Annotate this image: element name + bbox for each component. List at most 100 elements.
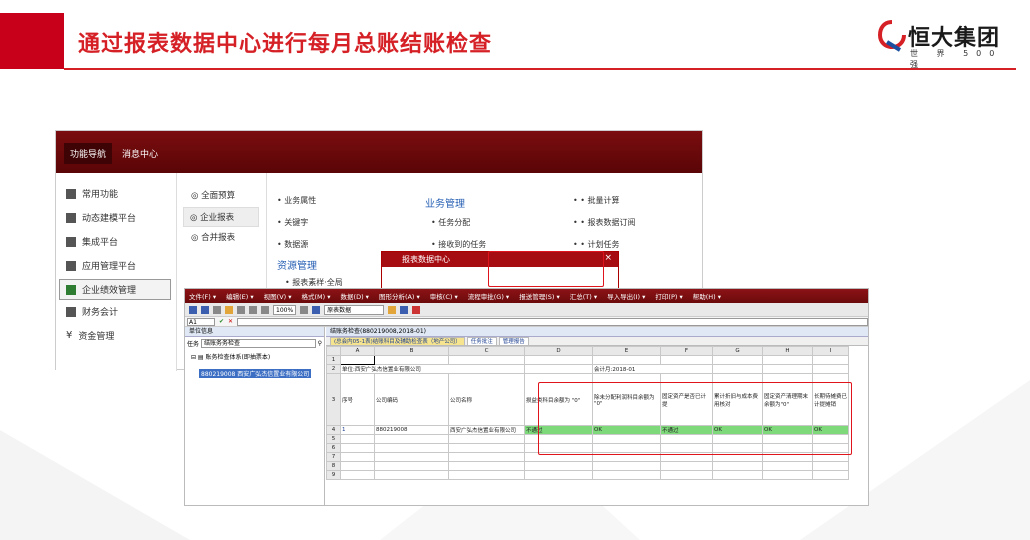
menu-item-3[interactable]: 格式(M) ▾ [302, 291, 331, 301]
submenu-budget[interactable]: ◎ 全面预算 [191, 189, 235, 201]
link-business-attr[interactable]: • 业务属性 [277, 195, 316, 206]
cancel-icon[interactable]: ✕ [228, 318, 233, 325]
column-header-row: A B C D E F G H I [326, 346, 849, 356]
tab-task-notes[interactable]: 任务批注 [466, 337, 497, 345]
find-icon[interactable] [261, 305, 269, 314]
tab-function-navigation[interactable]: 功能导航 [64, 143, 113, 164]
task-search-input[interactable]: 结账务务检查 [201, 339, 316, 348]
undo-icon[interactable] [300, 305, 309, 314]
link-datasource[interactable]: • 数据源 [277, 239, 308, 250]
evergrande-logo-icon [878, 20, 906, 52]
chart-icon[interactable] [312, 305, 321, 314]
menu-item-6[interactable]: 审核(C) ▾ [430, 291, 458, 301]
tree-root[interactable]: ⊟ ▤ 账务检查体系(即抽票本) [185, 352, 324, 361]
period-cell[interactable]: 会计月:2018-01 [592, 364, 713, 374]
sidebar-item-common[interactable]: 常用功能 [66, 187, 118, 200]
folder-icon[interactable] [225, 305, 233, 314]
cut-icon[interactable] [237, 305, 245, 314]
menu-item-11[interactable]: 打印(P) ▾ [655, 291, 682, 301]
save-icon[interactable] [189, 305, 197, 314]
submenu-enterprise-report[interactable]: ◎ 企业报表 [183, 207, 259, 227]
report-icon [66, 284, 76, 295]
menu-bar: 文件(F) ▾ 编辑(E) ▾ 视图(V) ▾ 格式(M) ▾ 数据(D) ▾ 图形分析(… [185, 289, 868, 303]
submenu-consolidated-report[interactable]: ◎ 合并报表 [191, 231, 235, 243]
col-header-b[interactable]: B [374, 346, 449, 356]
link-batch-calc[interactable]: • • 批量计算 [573, 195, 620, 206]
section-resource-management: 资源管理 [277, 261, 317, 272]
menu-item-12[interactable]: 帮助(H) ▾ [693, 291, 721, 301]
link-report-style[interactable]: • 报表素样·全局 [285, 277, 343, 288]
audit-icon[interactable] [412, 305, 421, 314]
menu-item-7[interactable]: 流程审批(G) ▾ [468, 291, 509, 301]
unit-info-panel: 单位信息 任务 结账务务检查 ⚲ ⊟ ▤ 账务检查体系(即抽票本) 880219… [185, 327, 325, 505]
unit-info-header: 单位信息 [185, 327, 324, 337]
save-as-icon[interactable] [201, 305, 209, 314]
search-icon[interactable]: ⚲ [318, 340, 322, 347]
sidebar-item-integration[interactable]: 集成平台 [66, 235, 118, 248]
col-header-g[interactable]: G [712, 346, 763, 356]
sidebar-item-finance[interactable]: 财务会计 [66, 305, 118, 318]
app-icon [66, 260, 76, 271]
monitor-icon [66, 188, 76, 199]
report-header: 结账务检查(880219008,2018-01) [326, 327, 868, 337]
col-header-i[interactable]: I [812, 346, 849, 356]
col-header-h[interactable]: H [762, 346, 813, 356]
link-keyword[interactable]: • 关键字 [277, 217, 308, 228]
copy-icon[interactable] [249, 305, 257, 314]
report-tabs: (总会内05-1表)结账科目及辅助检查表（地产公司） 任务批注 管理报告 [326, 337, 868, 346]
sidebar-item-app-management[interactable]: 应用管理平台 [66, 259, 136, 272]
menu-item-5[interactable]: 图形分析(A) ▾ [379, 291, 420, 301]
sidebar-item-funds[interactable]: ¥ 资金管理 [66, 329, 114, 342]
tab-check-sheet[interactable]: (总会内05-1表)结账科目及辅助检查表（地产公司） [330, 337, 465, 345]
check-icon[interactable] [400, 305, 409, 314]
menu-item-0[interactable]: 文件(F) ▾ [189, 291, 216, 301]
calc-icon[interactable] [388, 305, 397, 314]
menu-item-10[interactable]: 导入导出(I) ▾ [607, 291, 645, 301]
unit-name-cell[interactable]: 单位:西安广弘杰信置业有限公司 [340, 364, 525, 374]
cell-reference[interactable]: A1 [187, 317, 215, 326]
formula-input[interactable] [237, 317, 868, 326]
report-type-select[interactable]: 原表数据 [324, 304, 385, 315]
link-report-subscribe[interactable]: • • 报表数据订阅 [573, 217, 636, 228]
table-row: 2 单位:西安广弘杰信置业有限公司 会计月:2018-01 [326, 364, 849, 374]
menu-item-9[interactable]: 汇总(T) ▾ [570, 291, 597, 301]
menu-item-4[interactable]: 数据(D) ▾ [341, 291, 369, 301]
menu-item-2[interactable]: 视图(V) ▾ [264, 291, 292, 301]
slide: 通过报表数据中心进行每月总账结账检查 恒大集团 世 界 500 强 功能导航 消… [0, 0, 1030, 540]
dialog-close-button[interactable]: × [604, 253, 612, 263]
page-title: 通过报表数据中心进行每月总账结账检查 [78, 32, 493, 57]
link-received-tasks[interactable]: • 接收到的任务 [431, 239, 486, 250]
tree-child-selected[interactable]: 880219008 西安广弘杰信置业有限公司 [199, 369, 312, 378]
sidebar-item-dynamic-modeling[interactable]: 动态建模平台 [66, 211, 136, 224]
menu-item-8[interactable]: 报送管理(S) ▾ [519, 291, 560, 301]
col-header-c[interactable]: C [448, 346, 525, 356]
col-header-e[interactable]: E [592, 346, 661, 356]
title-underline [64, 68, 1016, 70]
highlight-frame-results [538, 382, 852, 455]
table-row: 8 [326, 461, 849, 471]
menu-item-1[interactable]: 编辑(E) ▾ [226, 291, 254, 301]
grid-cell-a1[interactable] [340, 355, 375, 365]
ledger-icon [66, 306, 76, 317]
link-scheduled-task[interactable]: • • 计划任务 [573, 239, 620, 250]
confirm-icon[interactable]: ✔ [219, 318, 224, 325]
tab-management-report[interactable]: 管理报告 [498, 337, 529, 345]
print-icon[interactable] [213, 305, 221, 314]
col-header-f[interactable]: F [660, 346, 713, 356]
task-search: 任务 结账务务检查 ⚲ [187, 339, 322, 348]
sidebar-nav: 常用功能 动态建模平台 集成平台 应用管理平台 企业绩效管理 财务会计 ¥ 资金管… [56, 173, 176, 371]
zoom-select[interactable]: 100% [273, 304, 297, 315]
highlight-frame-dialog [488, 251, 604, 287]
col-header-a[interactable]: A [340, 346, 375, 356]
col-header-d[interactable]: D [524, 346, 593, 356]
table-row: 9 [326, 470, 849, 480]
dialog-title: 报表数据中心 [402, 255, 450, 264]
toolbar: 100% 原表数据 [185, 303, 868, 317]
tab-message-center[interactable]: 消息中心 [122, 147, 158, 160]
grid-icon [66, 236, 76, 247]
sidebar-item-performance[interactable]: 企业绩效管理 [59, 279, 171, 300]
formula-bar: A1 ✔ ✕ [185, 317, 868, 327]
company-logo: 恒大集团 世 界 500 强 [878, 18, 1018, 69]
link-task-assign[interactable]: • 任务分配 [431, 217, 470, 228]
table-row: 1 [326, 355, 849, 365]
